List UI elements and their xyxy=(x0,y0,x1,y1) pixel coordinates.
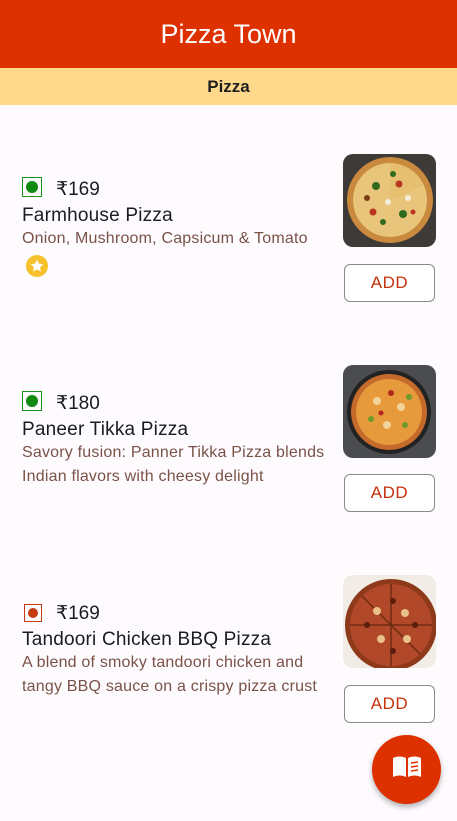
item-name: Paneer Tikka Pizza xyxy=(22,419,189,440)
item-description: A blend of smoky tandoori chicken and ta… xyxy=(22,654,318,695)
item-price: ₹169 xyxy=(56,603,100,624)
veg-indicator-icon xyxy=(22,177,42,197)
menu-book-icon xyxy=(392,755,422,784)
category-title: Pizza xyxy=(207,76,250,96)
menu-fab[interactable] xyxy=(372,735,441,804)
app-bar: Pizza Town xyxy=(0,0,457,68)
item-price: ₹180 xyxy=(56,393,100,414)
item-image xyxy=(343,154,436,247)
add-button[interactable]: ADD xyxy=(344,264,435,302)
item-name: Tandoori Chicken BBQ Pizza xyxy=(22,629,272,650)
veg-indicator-icon xyxy=(22,391,42,411)
category-header: Pizza xyxy=(0,68,457,105)
nonveg-indicator-icon xyxy=(24,604,42,622)
star-badge-icon xyxy=(26,255,48,277)
item-image xyxy=(343,365,436,458)
app-title: Pizza Town xyxy=(160,18,297,49)
item-image xyxy=(343,575,436,668)
item-description: Onion, Mushroom, Capsicum & Tomato xyxy=(22,230,308,247)
add-button[interactable]: ADD xyxy=(344,474,435,512)
item-description: Savory fusion: Panner Tikka Pizza blends… xyxy=(22,444,325,485)
add-button[interactable]: ADD xyxy=(344,685,435,723)
item-price: ₹169 xyxy=(56,179,100,200)
item-name: Farmhouse Pizza xyxy=(22,205,173,226)
